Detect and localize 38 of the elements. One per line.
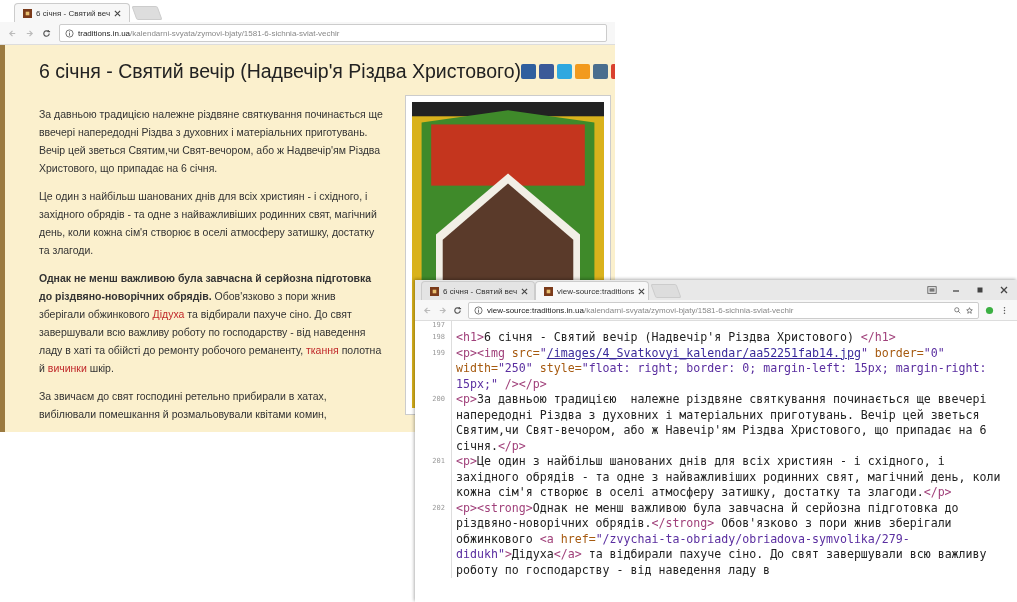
info-icon [474,305,483,315]
paragraph: Однак не менш важливою була завчасна й серйозна підготовка до різдвяно-новорічних обрядів. Обов'язково з пори жнив зберігали обжинкового Дідуха та відбирали пахуче сіно. До свят завершували всю важливу роботу по господарству - від наведення ладу в хаті та обійсті до ремонту робочого реманенту, ткання полотна й вичинки шкір. [39,271,383,376]
address-field[interactable]: view-source:traditions.in.ua/kalendarni-svyata/zymovi-bjaty/1581-6-sichnia-sviat-vechir [468,301,979,319]
text-link[interactable]: ткання [306,344,339,356]
favicon-icon [23,8,32,18]
code-line: <p>Це один з найбільш шанованих днів для всіх християн - і східного, і західного обрядів - та одне з найважливіших родинних свят, магічний день, коли кожна сім'я створює в оселі атмосферу затишку, достатку та злагоди.</p> [456,454,1002,501]
paragraph: За звичаєм до свят господині ретельно прибирали в хатах, вибілювали помешкання й розмальовували квітами комин, [39,389,328,422]
close-icon[interactable] [521,287,529,295]
search-icon[interactable] [954,306,961,314]
share-icon[interactable] [521,63,537,79]
code-line: <p><img src="/images/4_Svatkovyi_kalendar/aa52251fab14.jpg" border="0" width="250" style="float: right; border: 0; margin-left: 15px; margin-right: 15px;" /></p> [456,345,988,392]
text-link[interactable]: вичинки [47,362,87,374]
info-icon [65,28,74,38]
page-heading: 6 січня - Святий вечір (Надвечір'я Різдва Христового) [39,59,522,83]
browser-tab[interactable]: 6 січня - Святий веч [14,3,131,22]
maximize-icon[interactable] [975,285,985,295]
favicon-icon [544,286,553,296]
code-line: <h1>6 січня - Святий вечір (Надвечір'я Різдва Христового) </h1> [456,330,897,346]
text-link[interactable]: Дідуха [152,308,185,320]
close-icon[interactable] [999,285,1009,295]
code-line: <p>За давньою традицією належне різдвяне святкування починається ще ввечері напередодні Різдва з духовних і матеріальних приготувань. Вечір цей зветься Святим,чи Свят-вечором, або ж Навечір'ям Різдва Христового, що припадає на 6 січня.</p> [456,392,988,454]
favicon-icon [430,286,439,296]
browser-tab[interactable]: 6 січня - Святий веч [421,281,535,300]
paragraph: За давньою традицією належне різдвяне святкування починається ще ввечері напередодні Різдва з духовних і матеріальних приготувань. Вечір цей зветься Святим,чи Свят-вечором, або ж Надвечір'ям Різдва Христового, що припадає на 6 січня. [39,107,384,176]
paragraph: Це один з найбільш шанованих днів для всіх християн - і східного, і західного обрядів - та одне з найважливіших родинних свят, магічний день, коли кожна сім'я створює в оселі атмосферу затишку, достатку та злагоди. [39,189,378,258]
reload-icon[interactable] [42,28,51,38]
extension-icon[interactable] [985,305,994,315]
share-icon[interactable] [539,63,555,79]
reload-icon[interactable] [453,305,462,315]
code-line: <p><strong>Однак не менш важливою була завчасна й серйозна підготовка до різдвяно-новорічних обрядів.</strong> Обов'язково з пори жнив зберігали обжинкового <a href="/zvychai-ta-obriady/obriadova-symvolika/279-didukh">Дідуха</a> та відбирали пахуче сіно. До свят завершували всю важливу роботу по господарству - від наведення ладу в [456,500,988,578]
star-icon[interactable] [966,306,973,314]
profile-icon[interactable] [927,285,937,295]
browser-tab[interactable]: view-source:traditions [535,281,649,300]
close-icon[interactable] [638,287,646,295]
share-icon[interactable] [593,63,609,79]
address-field[interactable]: traditions.in.ua/kalendarni-svyata/zymovi-bjaty/1581-6-sichnia-sviat-vechir [59,24,607,42]
code-link[interactable]: /images/4_Svatkovyi_kalendar/aa52251fab14.jpg [546,345,861,360]
close-icon[interactable] [114,9,122,17]
